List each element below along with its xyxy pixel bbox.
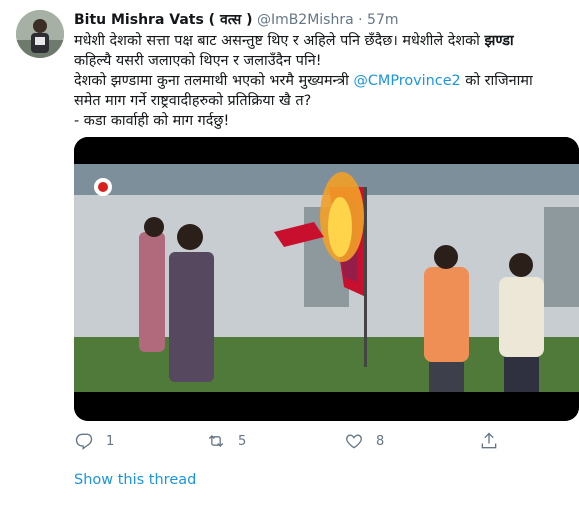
- tweet-line: मधेशी देशको सत्ता पक्ष बाट असन्तुष्ट थिए…: [74, 31, 574, 51]
- tweet-line: समेत माग गर्ने राष्ट्रवादीहरुको प्रतिक्र…: [74, 93, 312, 109]
- tweet-text-segment: को राजिनामा: [460, 73, 533, 89]
- show-thread-link[interactable]: Show this thread: [74, 469, 196, 491]
- tweet-header: Bitu Mishra Vats ( वत्स ) @ImB2Mishra · …: [74, 10, 399, 30]
- reply-button[interactable]: 1: [74, 428, 114, 454]
- avatar-image: [16, 10, 64, 58]
- header-separator: ·: [358, 12, 363, 28]
- tweet-line: - कडा कार्वाही को माग गर्दछु!: [74, 113, 230, 129]
- reply-icon: [75, 433, 93, 450]
- like-button[interactable]: 8: [344, 428, 384, 454]
- retweet-icon: [208, 435, 224, 447]
- tweet-line: देशको झण्डामा कुना तलमाथी भएको भरमै मुख्…: [74, 71, 574, 91]
- reply-count: 1: [106, 433, 115, 449]
- like-count: 8: [376, 433, 385, 449]
- tweet-card[interactable]: Bitu Mishra Vats ( वत्स ) @ImB2Mishra · …: [0, 0, 579, 505]
- author-handle[interactable]: @ImB2Mishra: [257, 12, 354, 28]
- video-media[interactable]: [74, 137, 579, 421]
- tweet-text-segment: मधेशी देशको सत्ता पक्ष बाट असन्तुष्ट थिए…: [74, 33, 485, 49]
- tweet-actions: 1 5 8: [74, 428, 574, 454]
- author-display-name[interactable]: Bitu Mishra Vats ( वत्स ): [74, 12, 252, 28]
- video-frame: [74, 137, 579, 421]
- share-icon: [481, 432, 497, 449]
- tweet-text: मधेशी देशको सत्ता पक्ष बाट असन्तुष्ट थिए…: [74, 31, 574, 131]
- mention-link[interactable]: @CMProvince2: [353, 73, 460, 89]
- retweet-button[interactable]: 5: [206, 428, 246, 454]
- avatar[interactable]: [16, 10, 64, 58]
- share-button[interactable]: [479, 428, 499, 454]
- tweet-timestamp[interactable]: 57m: [367, 12, 398, 28]
- tweet-line: कहिल्यै यसरी जलाएको थिएन र जलाउँदैन पनि!: [74, 53, 322, 69]
- tweet-text-bold: झण्डा: [484, 33, 514, 49]
- retweet-count: 5: [238, 433, 247, 449]
- heart-icon: [346, 434, 362, 449]
- tweet-text-segment: देशको झण्डामा कुना तलमाथी भएको भरमै मुख्…: [74, 73, 354, 89]
